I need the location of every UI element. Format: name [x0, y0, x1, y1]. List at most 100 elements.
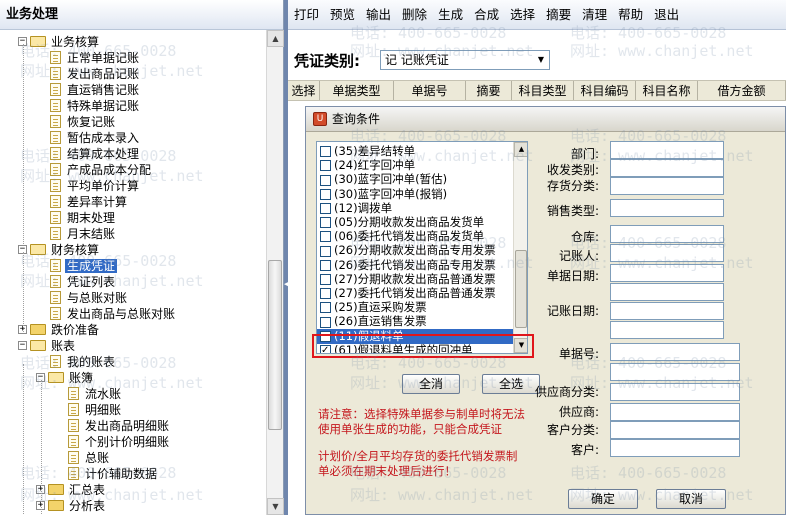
- list-item-checkbox[interactable]: [320, 274, 331, 286]
- tree-item[interactable]: 生成凭证: [50, 257, 118, 273]
- grid-column-header[interactable]: 单据号: [394, 81, 466, 100]
- document-type-list[interactable]: (35)差异结转单 (24)红字回冲单 (30)蓝字回冲单(暂估) (30)蓝字回冲单…: [316, 141, 528, 354]
- collapse-icon[interactable]: −: [18, 341, 27, 350]
- scroll-up-arrow[interactable]: ▲: [267, 30, 284, 47]
- customer-class-field[interactable]: [610, 421, 740, 439]
- customer-field[interactable]: [610, 439, 740, 457]
- grid-column-header[interactable]: 选择: [288, 81, 320, 100]
- tree-item[interactable]: − 财务核算: [18, 241, 101, 257]
- tree-item[interactable]: 期末处理: [50, 209, 117, 225]
- io-type-field[interactable]: [610, 159, 724, 177]
- tree-item[interactable]: 发出商品记账: [50, 65, 141, 81]
- tree-item[interactable]: 暂估成本录入: [50, 129, 141, 145]
- tree-item[interactable]: + 分析表: [36, 497, 107, 513]
- tree-item[interactable]: 直运销售记账: [50, 81, 141, 97]
- doc-date-from-field[interactable]: [610, 264, 724, 282]
- menu-item[interactable]: 打印: [288, 0, 324, 30]
- tree-item[interactable]: 恢复记账: [50, 113, 117, 129]
- tree-item[interactable]: 月末结账: [50, 225, 117, 241]
- scroll-up-arrow[interactable]: ▲: [514, 142, 527, 157]
- tree-item[interactable]: 总账: [68, 449, 111, 465]
- list-item-checkbox[interactable]: [320, 288, 331, 300]
- list-item[interactable]: (06)委托代销发出商品发货单: [317, 229, 513, 245]
- list-item[interactable]: (26)分期收款发出商品专用发票: [317, 243, 513, 259]
- tree-item[interactable]: + 跌价准备: [18, 321, 101, 337]
- tree-item[interactable]: − 账簿: [36, 369, 95, 385]
- menu-item[interactable]: 预览: [324, 0, 360, 30]
- tree-item[interactable]: 个别计价明细账: [68, 433, 171, 449]
- menu-item[interactable]: 摘要: [540, 0, 576, 30]
- cancel-button[interactable]: 取消: [656, 489, 726, 509]
- dept-field[interactable]: [610, 141, 724, 159]
- tree-item[interactable]: 我的账表: [50, 353, 117, 369]
- voucher-type-select[interactable]: 记 记账凭证 ▼: [380, 50, 550, 70]
- menu-item[interactable]: 退出: [648, 0, 684, 30]
- list-item-checkbox[interactable]: [320, 203, 331, 215]
- tree-item[interactable]: 平均单价计算: [50, 177, 141, 193]
- list-item-checkbox[interactable]: [320, 316, 331, 328]
- menu-item[interactable]: 选择: [504, 0, 540, 30]
- doc-no-to-field[interactable]: [610, 363, 740, 381]
- list-item-checkbox[interactable]: [320, 231, 331, 243]
- list-item[interactable]: (25)直运采购发票: [317, 300, 513, 316]
- tree-item[interactable]: 明细账: [68, 401, 123, 417]
- scroll-down-arrow[interactable]: ▼: [267, 498, 284, 515]
- list-item[interactable]: (27)分期收款发出商品普通发票: [317, 272, 513, 288]
- tree-item[interactable]: + 汇总表: [36, 481, 107, 497]
- list-item-checkbox[interactable]: [320, 160, 331, 172]
- list-item[interactable]: (26)委托代销发出商品专用发票: [317, 258, 513, 274]
- tree-item[interactable]: 结算成本处理: [50, 145, 141, 161]
- menu-item[interactable]: 帮助: [612, 0, 648, 30]
- bookkeeper-field[interactable]: [610, 244, 724, 262]
- list-item[interactable]: (30)蓝字回冲单(暂估): [317, 172, 513, 188]
- inv-class-field[interactable]: [610, 177, 724, 195]
- list-item[interactable]: (12)调拨单: [317, 201, 513, 217]
- doc-date-to-field[interactable]: [610, 283, 724, 301]
- tree-scrollbar[interactable]: ▲ ▼: [266, 30, 284, 515]
- scroll-thumb[interactable]: [268, 260, 282, 430]
- list-item-checkbox[interactable]: [320, 217, 331, 229]
- tree-item[interactable]: 发出商品与总账对账: [50, 305, 177, 321]
- tree-item[interactable]: 凭证列表: [50, 273, 117, 289]
- dialog-titlebar[interactable]: U 查询条件: [306, 107, 785, 132]
- grid-column-header[interactable]: 科目编码: [574, 81, 636, 100]
- tree-item[interactable]: − 业务核算: [18, 33, 101, 49]
- tree-item[interactable]: 计价辅助数据: [68, 465, 159, 481]
- tree-item[interactable]: 发出商品明细账: [68, 417, 171, 433]
- list-item[interactable]: (26)直运销售发票: [317, 314, 513, 330]
- post-date-from-field[interactable]: [610, 302, 724, 320]
- warehouse-field[interactable]: [610, 225, 724, 243]
- list-item[interactable]: (27)委托代销发出商品普通发票: [317, 286, 513, 302]
- supplier-field[interactable]: [610, 403, 740, 421]
- menu-item[interactable]: 合成: [468, 0, 504, 30]
- list-item-checkbox[interactable]: [320, 174, 331, 186]
- menu-item[interactable]: 删除: [396, 0, 432, 30]
- scroll-thumb[interactable]: [515, 250, 527, 328]
- list-item-checkbox[interactable]: [320, 259, 331, 271]
- grid-column-header[interactable]: 借方金额: [698, 81, 786, 100]
- chevron-down-icon[interactable]: ▼: [533, 51, 549, 69]
- tree-item[interactable]: 差异率计算: [50, 193, 129, 209]
- post-date-to-field[interactable]: [610, 321, 724, 339]
- menu-item[interactable]: 生成: [432, 0, 468, 30]
- list-item-checkbox[interactable]: [320, 188, 331, 200]
- grid-column-header[interactable]: 摘要: [466, 81, 512, 100]
- clear-all-button[interactable]: 全消: [402, 374, 460, 394]
- select-all-button[interactable]: 全选: [482, 374, 540, 394]
- sale-type-field[interactable]: [610, 199, 724, 217]
- list-item[interactable]: (24)红字回冲单: [317, 158, 513, 174]
- menu-item[interactable]: 清理: [576, 0, 612, 30]
- menu-item[interactable]: 输出: [360, 0, 396, 30]
- grid-column-header[interactable]: 科目类型: [512, 81, 574, 100]
- tree-item[interactable]: 特殊单据记账: [50, 97, 141, 113]
- tree-item[interactable]: 与总账对账: [50, 289, 129, 305]
- ok-button[interactable]: 确定: [568, 489, 638, 509]
- list-item-checkbox[interactable]: [320, 146, 331, 158]
- list-item[interactable]: (35)差异结转单: [317, 144, 513, 160]
- tree-item[interactable]: 流水账: [68, 385, 123, 401]
- doc-no-from-field[interactable]: [610, 343, 740, 361]
- list-item[interactable]: (30)蓝字回冲单(报销): [317, 187, 513, 203]
- list-scrollbar[interactable]: ▲ ▼: [513, 142, 527, 353]
- supplier-class-field[interactable]: [610, 383, 740, 401]
- tree-item[interactable]: − 账表: [18, 337, 77, 353]
